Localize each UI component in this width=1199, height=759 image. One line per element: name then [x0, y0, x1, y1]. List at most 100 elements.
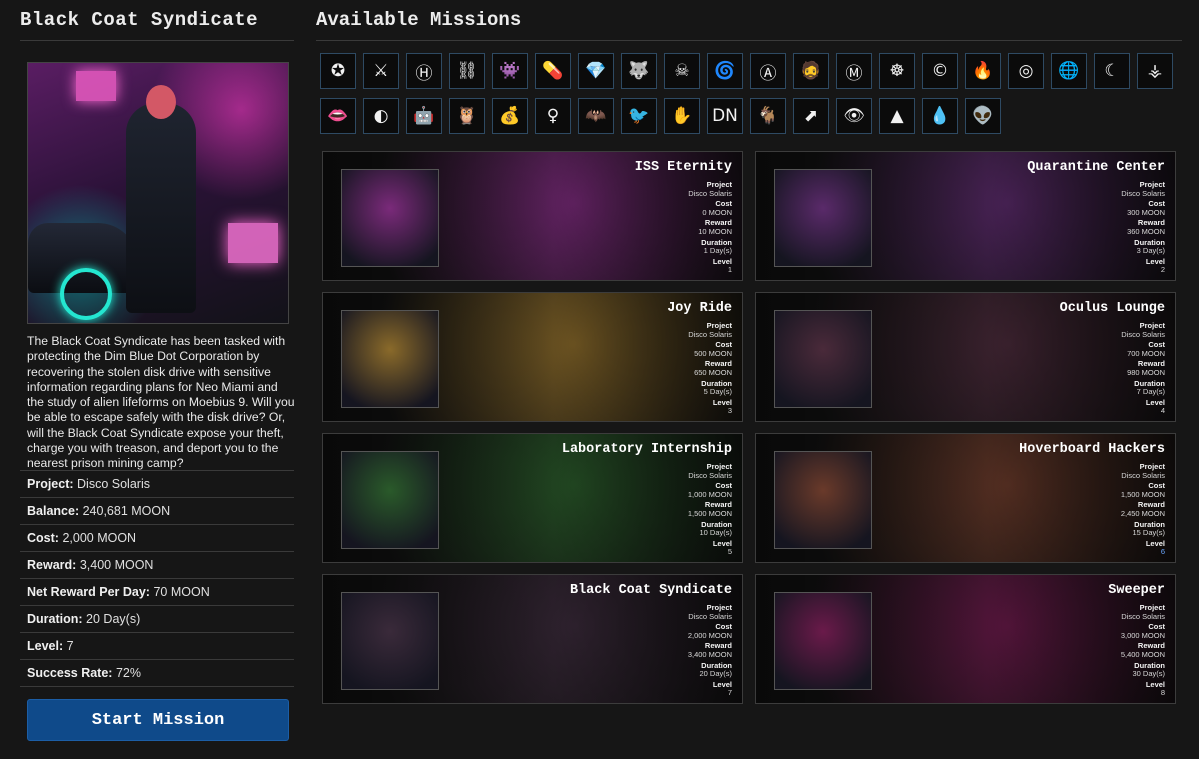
drop-icon[interactable]: 💧	[922, 98, 958, 134]
info-value-reward: 5,400 MOON	[1120, 649, 1165, 659]
bird-head-icon[interactable]: 🐦	[621, 98, 657, 134]
mission-info: Project Disco Solaris Cost 1,000 MOON Reward…	[687, 462, 732, 557]
mission-thumbnail	[774, 169, 872, 267]
mission-description: The Black Coat Syndicate has been tasked…	[27, 334, 295, 471]
info-value-reward: 10 MOON	[698, 226, 732, 236]
mission-info: Project Disco Solaris Cost 3,000 MOON Reward…	[1120, 603, 1165, 698]
stat-label: Success Rate:	[27, 666, 113, 680]
mission-title: ISS Eternity	[634, 160, 732, 175]
info-value-reward: 1,500 MOON	[687, 508, 732, 518]
lips-icon[interactable]: 👄	[320, 98, 356, 134]
crescent-ring-icon[interactable]: ☾	[1094, 53, 1130, 89]
info-value-level: 7	[727, 688, 732, 698]
space-invader-icon[interactable]: 👾	[492, 53, 528, 89]
mission-card[interactable]: Black Coat Syndicate Project Disco Solaris…	[322, 574, 743, 704]
a-circle-icon[interactable]: Ⓐ	[750, 53, 786, 89]
mission-card[interactable]: ISS Eternity Project Disco Solaris Cost 0 MO…	[322, 151, 743, 281]
mission-info: Project Disco Solaris Cost 500 MOON Reward 65…	[688, 321, 732, 416]
info-value-cost: 0 MOON	[702, 207, 732, 217]
phoenix-icon[interactable]: 🔥	[965, 53, 1001, 89]
stat-row: Cost: 2,000 MOON	[20, 524, 294, 551]
bearded-face-icon[interactable]: 🧔	[793, 53, 829, 89]
mission-info: Project Disco Solaris Cost 0 MOON Reward 10 M…	[688, 180, 732, 275]
stat-value: 7	[66, 639, 74, 653]
arrow-block-icon[interactable]: ⬈	[793, 98, 829, 134]
stat-row: Reward: 3,400 MOON	[20, 551, 294, 578]
stat-value: 20 Day(s)	[86, 612, 141, 626]
mission-card[interactable]: Sweeper Project Disco Solaris Cost 3,000 MOO…	[755, 574, 1176, 704]
stat-label: Reward:	[27, 558, 77, 572]
info-label-level: Level	[1145, 256, 1165, 266]
alien-skull-icon[interactable]: 👽	[965, 98, 1001, 134]
neon-wheel-decor	[60, 268, 112, 320]
stat-row: Project: Disco Solaris	[20, 470, 294, 497]
mission-title: Laboratory Internship	[561, 442, 732, 457]
claw-icon[interactable]: ⚶	[1137, 53, 1173, 89]
info-value-duration: 20 Day(s)	[699, 669, 732, 679]
split-circle-icon[interactable]: ◐	[363, 98, 399, 134]
info-label-level: Level	[1145, 538, 1165, 548]
stat-value: 240,681 MOON	[82, 504, 171, 518]
agent-head	[146, 85, 176, 119]
capsule-icon[interactable]: 💊	[535, 53, 571, 89]
hand-sign-icon[interactable]: ✋	[664, 98, 700, 134]
available-missions-heading: Available Missions	[316, 9, 522, 31]
stat-label: Net Reward Per Day:	[27, 585, 150, 599]
start-mission-button[interactable]: Start Mission	[27, 699, 289, 741]
stat-row: Level: 7	[20, 632, 294, 659]
mission-card[interactable]: Oculus Lounge Project Disco Solaris Cost 700…	[755, 292, 1176, 422]
stat-value: 70 MOON	[153, 585, 210, 599]
goat-head-icon[interactable]: 🐐	[750, 98, 786, 134]
stat-value: 2,000 MOON	[62, 531, 137, 545]
mission-thumbnail	[774, 310, 872, 408]
mission-title: Oculus Lounge	[1059, 301, 1165, 316]
mission-detail-title: Black Coat Syndicate	[20, 9, 259, 31]
info-value-reward: 2,450 MOON	[1120, 508, 1165, 518]
c-circle-icon[interactable]: ©	[922, 53, 958, 89]
stat-value: Disco Solaris	[77, 477, 150, 491]
info-value-project: Disco Solaris	[688, 188, 732, 198]
diamond-icon[interactable]: 💎	[578, 53, 614, 89]
mech-head-icon[interactable]: 🤖	[406, 98, 442, 134]
triquetra-icon[interactable]: ☸	[879, 53, 915, 89]
mipa-logo-icon[interactable]: Ⓜ	[836, 53, 872, 89]
wolf-emblem-icon[interactable]: 🐺	[621, 53, 657, 89]
skull-face-icon[interactable]: ☠	[664, 53, 700, 89]
stat-row: Duration: 20 Day(s)	[20, 605, 294, 632]
star-emblem-icon[interactable]: ✪	[320, 53, 356, 89]
info-label-level: Level	[712, 397, 732, 407]
owl-icon[interactable]: 🦉	[449, 98, 485, 134]
aperture-icon[interactable]: ◎	[1008, 53, 1044, 89]
mission-title: Joy Ride	[667, 301, 732, 316]
mission-card[interactable]: Laboratory Internship Project Disco Solari…	[322, 433, 743, 563]
stat-value: 3,400 MOON	[79, 558, 154, 572]
bat-wing-icon[interactable]: 🦇	[578, 98, 614, 134]
eye-circle-icon[interactable]: 👁	[836, 98, 872, 134]
neon-sign-decor	[76, 71, 116, 101]
mission-info: Project Disco Solaris Cost 700 MOON Reward 98…	[1121, 321, 1165, 416]
mission-title: Sweeper	[1108, 583, 1165, 598]
globe-face-icon[interactable]: 🌐	[1051, 53, 1087, 89]
mission-card[interactable]: Joy Ride Project Disco Solaris Cost 500 MOON…	[322, 292, 743, 422]
info-value-project: Disco Solaris	[1121, 611, 1165, 621]
info-value-cost: 300 MOON	[1127, 207, 1165, 217]
info-value-level: 3	[727, 406, 732, 416]
info-value-duration: 7 Day(s)	[1136, 387, 1165, 397]
stat-row: Net Reward Per Day: 70 MOON	[20, 578, 294, 605]
chain-emblem-icon[interactable]: ⛓	[449, 53, 485, 89]
info-value-duration: 15 Day(s)	[1132, 528, 1165, 538]
mission-card[interactable]: Quarantine Center Project Disco Solaris Cos…	[755, 151, 1176, 281]
info-value-project: Disco Solaris	[688, 470, 732, 480]
info-label-level: Level	[1145, 397, 1165, 407]
blade-emblem-icon[interactable]: ⚔	[363, 53, 399, 89]
h-circle-icon[interactable]: Ⓗ	[406, 53, 442, 89]
info-value-duration: 5 Day(s)	[703, 387, 732, 397]
dn-logo-icon[interactable]: DN	[707, 98, 743, 134]
mission-detail-panel: Black Coat Syndicate The Black Coat Synd…	[20, 0, 295, 759]
swirl-icon[interactable]: 🌀	[707, 53, 743, 89]
info-value-project: Disco Solaris	[1121, 188, 1165, 198]
money-bag-icon[interactable]: 💰	[492, 98, 528, 134]
triangle-icon[interactable]: ▲	[879, 98, 915, 134]
mission-card[interactable]: Hoverboard Hackers Project Disco Solaris Co…	[755, 433, 1176, 563]
female-symbol-icon[interactable]: ♀	[535, 98, 571, 134]
